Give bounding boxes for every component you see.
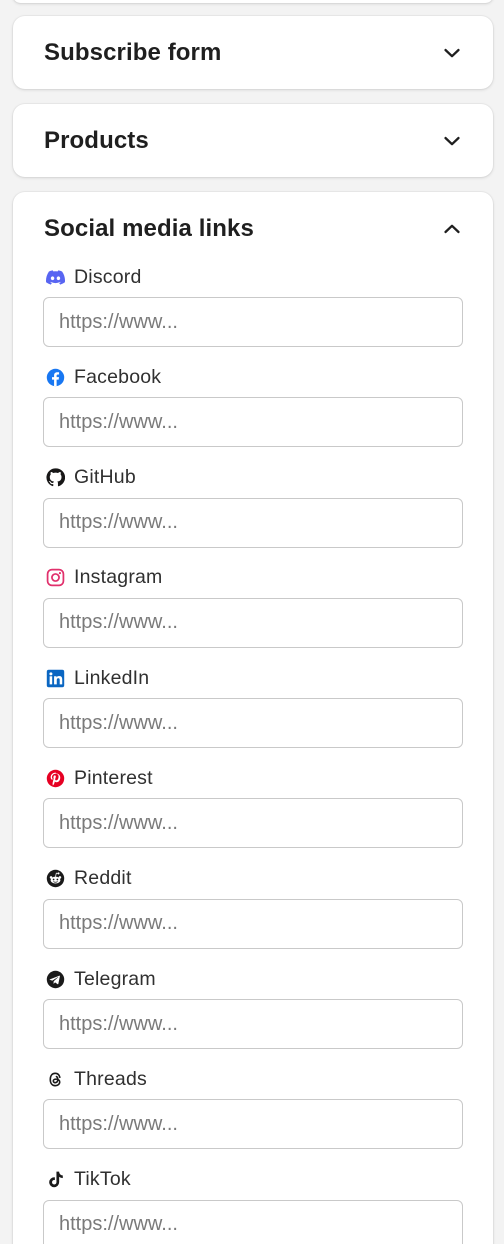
subscribe-form-title: Subscribe form bbox=[44, 38, 222, 66]
social-link-name: LinkedIn bbox=[74, 666, 150, 689]
social-link-label: Reddit bbox=[43, 867, 463, 891]
telegram-url-input[interactable] bbox=[43, 999, 463, 1050]
subscribe-form-section[interactable]: Subscribe form bbox=[13, 16, 493, 89]
telegram-icon bbox=[46, 970, 65, 989]
previous-section-card bbox=[13, 0, 493, 3]
social-link-label: Pinterest bbox=[43, 766, 463, 790]
social-link-label: LinkedIn bbox=[43, 666, 463, 690]
chevron-up-icon[interactable] bbox=[441, 218, 463, 240]
social-link-instagram: Instagram bbox=[43, 566, 463, 666]
social-link-linkedin: LinkedIn bbox=[43, 666, 463, 766]
pinterest-icon bbox=[46, 769, 65, 788]
social-link-label: Telegram bbox=[43, 967, 463, 991]
social-link-tiktok: TikTok bbox=[43, 1168, 463, 1244]
social-media-links-header[interactable]: Social media links bbox=[13, 192, 493, 265]
settings-panel: Subscribe form Products Social media lin… bbox=[0, 0, 504, 1244]
facebook-url-input[interactable] bbox=[43, 397, 463, 448]
social-link-label: GitHub bbox=[43, 466, 463, 490]
reddit-url-input[interactable] bbox=[43, 898, 463, 949]
subscribe-form-header[interactable]: Subscribe form bbox=[13, 16, 493, 89]
social-link-name: Pinterest bbox=[74, 766, 153, 789]
pinterest-url-input[interactable] bbox=[43, 798, 463, 849]
social-link-threads: Threads bbox=[43, 1067, 463, 1167]
instagram-url-input[interactable] bbox=[43, 597, 463, 648]
tiktok-icon bbox=[46, 1170, 65, 1189]
social-link-github: GitHub bbox=[43, 466, 463, 566]
chevron-down-icon[interactable] bbox=[441, 42, 463, 64]
products-section[interactable]: Products bbox=[13, 104, 493, 177]
products-title: Products bbox=[44, 126, 149, 154]
threads-icon bbox=[46, 1070, 65, 1089]
discord-url-input[interactable] bbox=[43, 297, 463, 347]
linkedin-icon bbox=[46, 669, 65, 688]
discord-icon bbox=[46, 268, 65, 287]
social-link-name: Reddit bbox=[74, 867, 132, 890]
social-media-links-title: Social media links bbox=[44, 214, 254, 242]
chevron-down-icon[interactable] bbox=[441, 130, 463, 152]
social-link-label: Threads bbox=[43, 1067, 463, 1091]
social-link-pinterest: Pinterest bbox=[43, 766, 463, 866]
social-link-label: Discord bbox=[43, 265, 463, 289]
social-link-reddit: Reddit bbox=[43, 867, 463, 967]
reddit-icon bbox=[46, 869, 65, 888]
social-link-facebook: Facebook bbox=[43, 365, 463, 465]
social-link-name: Telegram bbox=[74, 967, 156, 990]
social-link-label: TikTok bbox=[43, 1168, 463, 1192]
social-link-discord: Discord bbox=[43, 265, 463, 365]
social-links-list: Discord Facebook GitHub bbox=[13, 265, 493, 1244]
tiktok-url-input[interactable] bbox=[43, 1199, 463, 1244]
social-link-telegram: Telegram bbox=[43, 967, 463, 1067]
github-url-input[interactable] bbox=[43, 497, 463, 548]
threads-url-input[interactable] bbox=[43, 1099, 463, 1150]
social-link-label: Instagram bbox=[43, 566, 463, 590]
social-link-name: Discord bbox=[74, 265, 142, 288]
linkedin-url-input[interactable] bbox=[43, 698, 463, 749]
github-icon bbox=[46, 468, 65, 487]
instagram-icon bbox=[46, 568, 65, 587]
social-link-name: Instagram bbox=[74, 566, 163, 589]
social-link-name: GitHub bbox=[74, 466, 136, 489]
social-media-links-section: Social media links Discord https://www..… bbox=[13, 192, 493, 1244]
facebook-icon bbox=[46, 368, 65, 387]
social-link-name: Threads bbox=[74, 1067, 147, 1090]
products-header[interactable]: Products bbox=[13, 104, 493, 177]
social-link-label: Facebook bbox=[43, 365, 463, 389]
social-link-name: Facebook bbox=[74, 365, 162, 388]
social-link-name: TikTok bbox=[74, 1168, 131, 1191]
